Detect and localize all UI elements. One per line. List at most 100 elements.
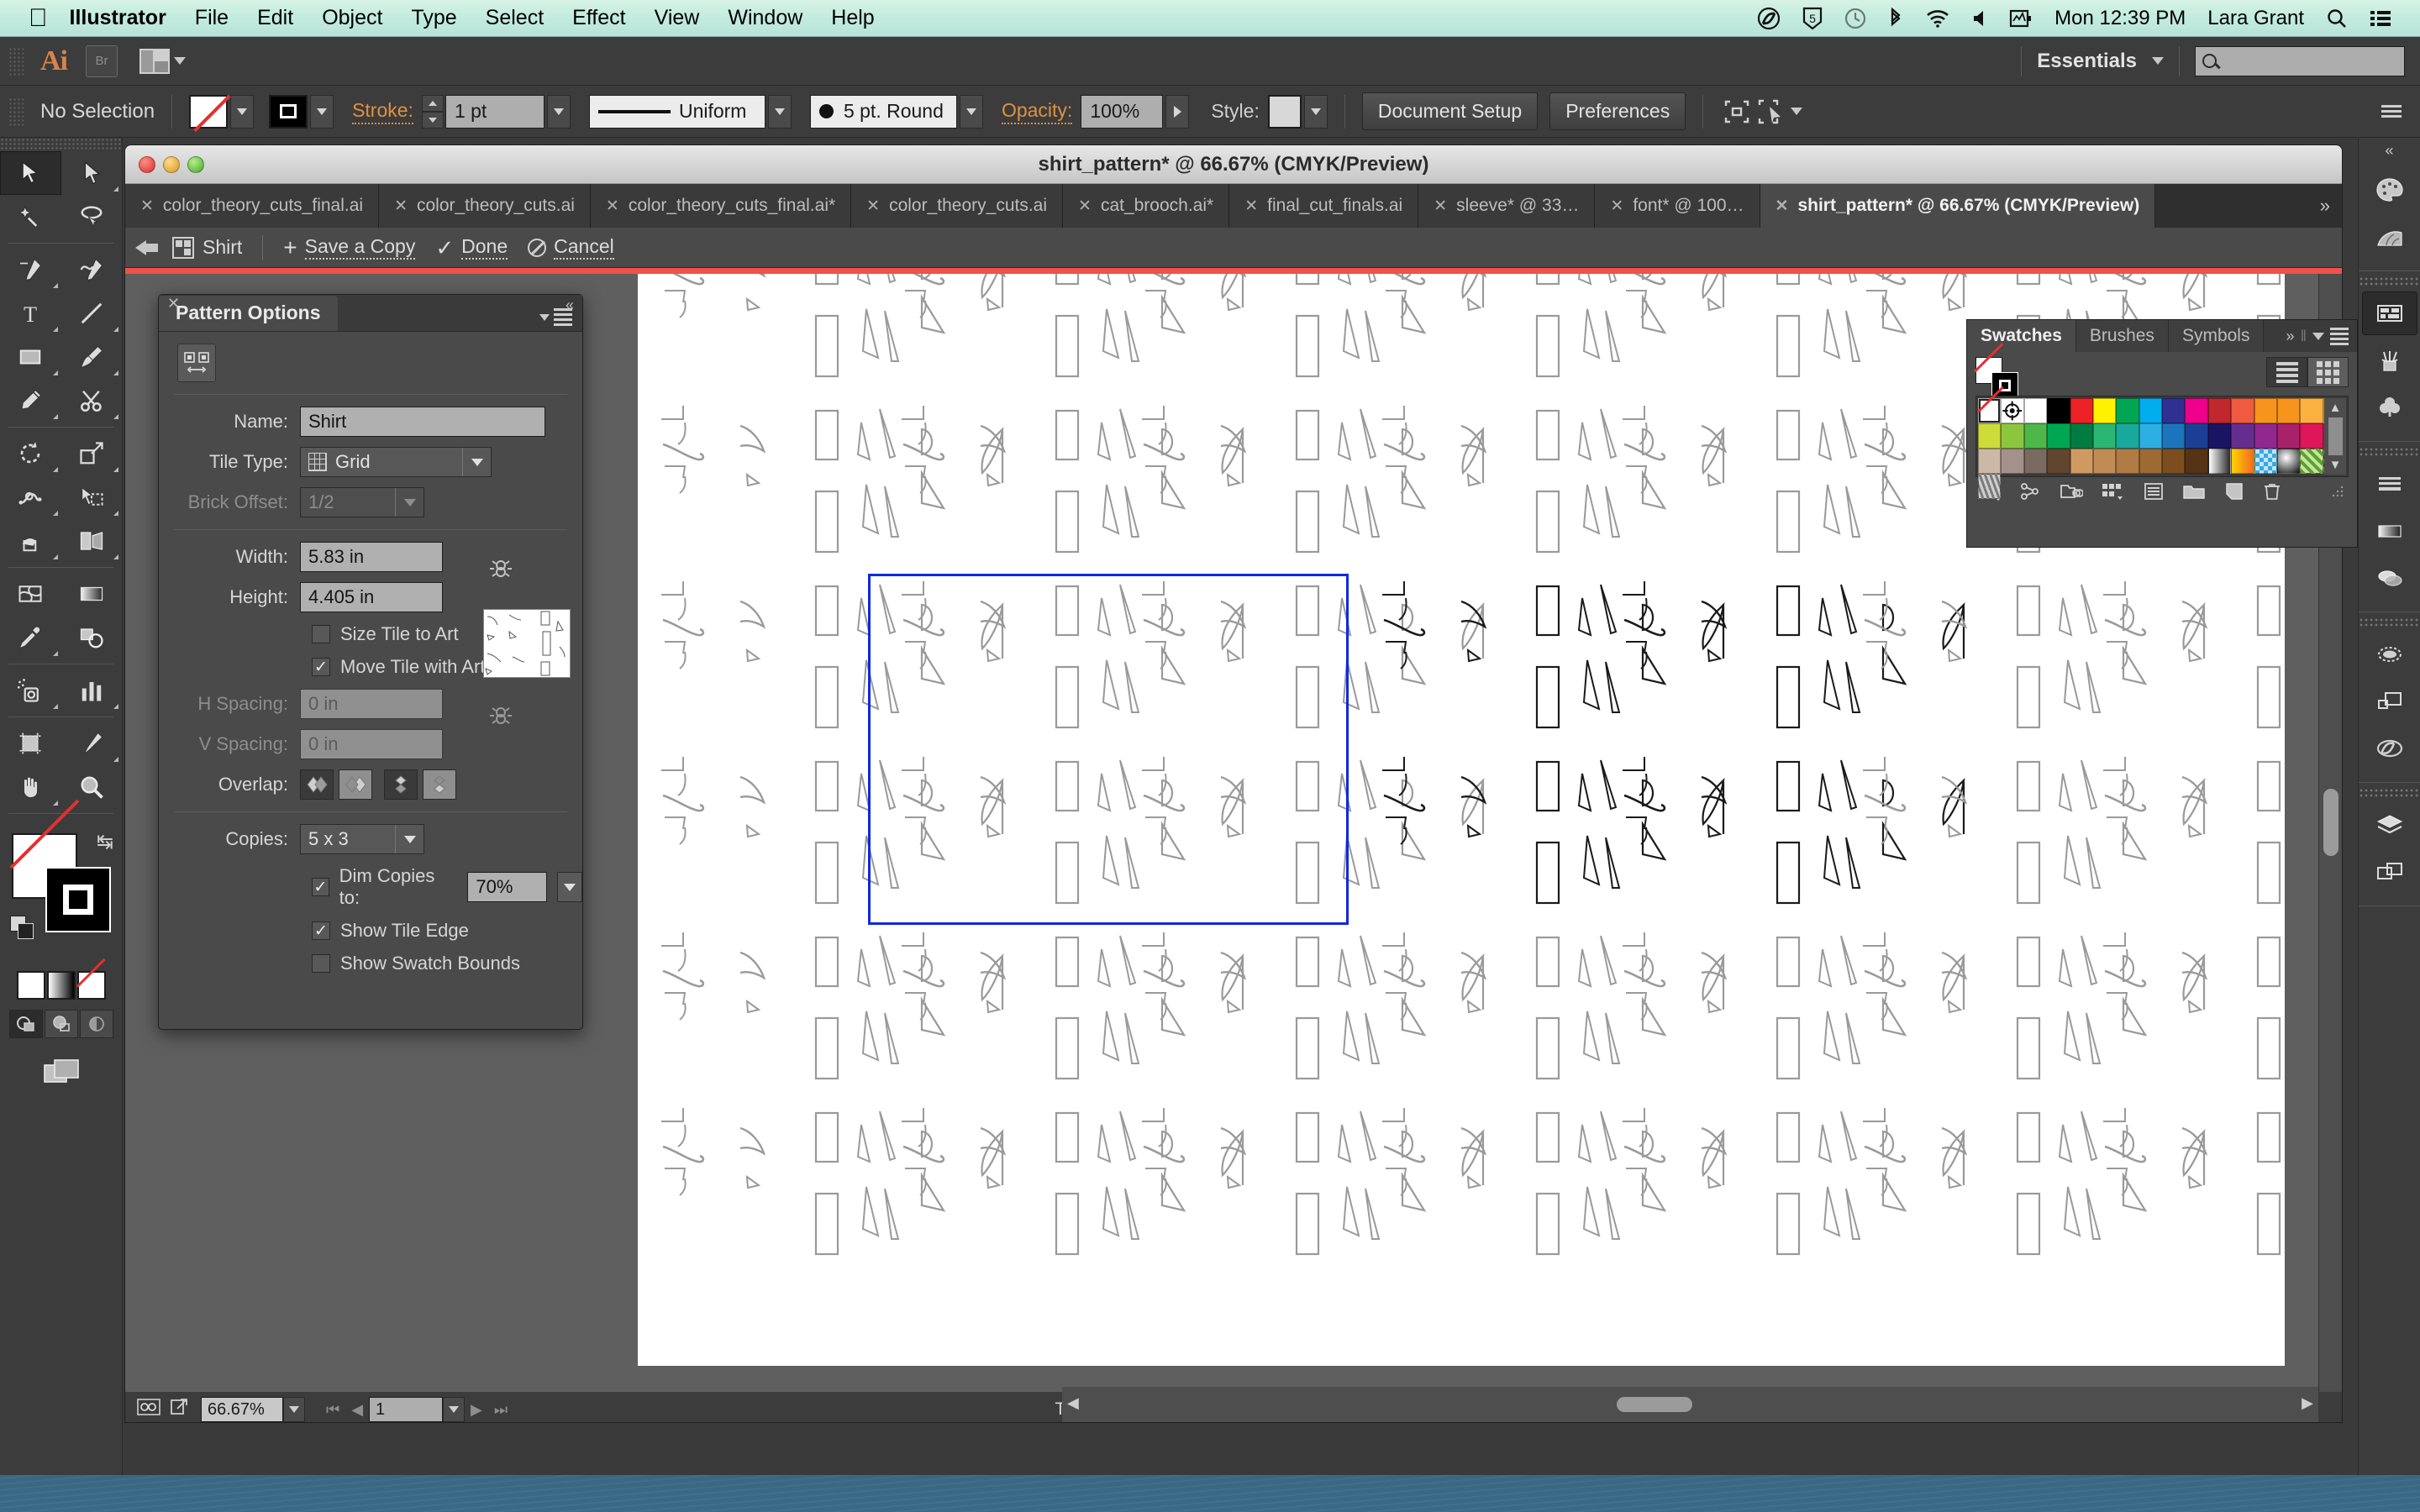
column-graph-tool[interactable] [61,669,123,712]
last-page-icon[interactable]: ⏭ [488,1401,513,1419]
expand-panels-icon[interactable]: » [2286,328,2295,345]
swatch-cell[interactable] [2139,398,2162,423]
resize-grip-icon[interactable] [2330,484,2345,504]
brush-definition-dropdown[interactable] [959,94,983,129]
swatch-cell[interactable] [2231,423,2254,449]
swatch-cell[interactable] [2092,423,2117,449]
workspace-chevron-down-icon[interactable] [2152,57,2164,65]
wifi-icon[interactable] [1925,8,1950,29]
swatch-cell[interactable] [2207,449,2232,474]
change-screen-mode-icon[interactable] [0,1057,122,1087]
swatch-cell[interactable] [2300,423,2323,449]
swatch-cell[interactable] [2116,398,2139,423]
artboard-tool[interactable] [0,722,61,765]
document-tab-8[interactable]: ✕ shirt_pattern* @ 66.67% (CMYK/Preview) [1760,184,2156,228]
close-icon[interactable]: ✕ [866,197,880,216]
page-number-input[interactable]: 1 [369,1397,444,1422]
scroll-right-icon[interactable]: ▶ [2302,1394,2313,1412]
menu-window[interactable]: Window [728,6,802,30]
align-icon[interactable] [1754,95,1787,129]
swatch-cell[interactable] [2092,398,2117,423]
document-tab-1[interactable]: ✕ color_theory_cuts.ai [379,184,591,228]
time-machine-icon[interactable] [1844,8,1866,29]
align-chevron-down-icon[interactable] [1791,108,1803,115]
collapse-icon[interactable]: « [566,297,574,314]
activity-monitor-icon[interactable] [2009,8,2033,29]
swatch-cell[interactable] [1978,398,2002,423]
swatch-cell[interactable] [2162,423,2186,449]
swatch-cell[interactable] [2023,398,2048,423]
tile-width-input[interactable]: 5.83 in [300,542,443,572]
collapse-dock-icon[interactable]: « [2359,138,2420,163]
swatch-cell[interactable] [2185,449,2208,474]
horizontal-scroll-thumb[interactable] [1617,1397,1692,1412]
pattern-name-input[interactable]: Shirt [300,407,545,437]
controlbar-overflow-icon[interactable] [2375,95,2408,129]
opacity-label[interactable]: Opacity: [1001,99,1073,124]
zoom-level-input[interactable]: 66.67% [201,1397,283,1422]
gradient-tool[interactable] [61,572,123,616]
draw-behind-icon[interactable] [44,1010,78,1038]
document-tab-0[interactable]: ✕ color_theory_cuts_final.ai [125,184,380,228]
swatch-scroll-thumb[interactable] [2328,417,2343,455]
menu-type[interactable]: Type [411,6,456,30]
swatch-cell[interactable] [2070,423,2093,449]
stroke-lines-icon[interactable] [2362,462,2417,506]
swatch-cell[interactable] [2276,423,2301,449]
width-tool[interactable] [0,475,61,519]
swatch-cell[interactable] [2139,423,2162,449]
graphic-styles-icon[interactable] [2362,680,2417,723]
swatch-cell[interactable] [2047,449,2070,474]
close-icon[interactable]: ✕ [606,197,619,216]
swatch-cell[interactable] [1978,449,2002,474]
zoom-dropdown[interactable] [283,1397,305,1422]
brushes-jar-icon[interactable] [2362,339,2417,382]
pattern-tile-edge[interactable] [868,574,1349,925]
swatch-cell[interactable] [2001,449,2024,474]
swatch-cell[interactable] [2070,449,2093,474]
cancel-button[interactable]: Cancel [528,235,614,260]
tile-type-select[interactable]: Grid [300,447,492,477]
creative-cloud-libraries-icon[interactable] [2362,727,2417,770]
overlap-bottom-in-front-icon[interactable] [423,769,456,800]
swatch-cell[interactable] [2047,423,2070,449]
free-transform-tool[interactable] [61,475,123,519]
opacity-input[interactable]: 100% [1081,94,1164,129]
swatch-cell[interactable] [2001,423,2024,449]
swatch-cell[interactable] [2254,398,2277,423]
dock-grip[interactable] [2359,788,2420,798]
color-guide-icon[interactable] [2362,215,2417,259]
swap-fill-stroke-icon[interactable]: ↹ [97,830,113,854]
menu-illustrator[interactable]: Illustrator [70,6,166,30]
pencil-tool[interactable] [0,379,61,423]
swatch-cell[interactable] [2231,449,2254,474]
swatch-cell[interactable] [2001,398,2024,423]
swatch-cell[interactable] [2047,398,2070,423]
help-search-input[interactable] [2195,45,2405,76]
scroll-down-arrow[interactable]: ▼ [2329,458,2342,472]
stroke-label[interactable]: Stroke: [352,99,413,124]
draw-inside-icon[interactable] [79,1010,113,1038]
controlbar-grip[interactable] [8,97,24,126]
preferences-button[interactable]: Preferences [1549,92,1686,130]
document-tab-7[interactable]: ✕ font* @ 100… [1595,184,1760,228]
swatch-cell[interactable] [1978,474,2002,499]
symbols-clover-icon[interactable] [2362,386,2417,429]
done-button[interactable]: ✓ Done [435,235,508,260]
toolpanel-grip[interactable] [0,138,122,151]
swatch-cell[interactable] [2185,398,2208,423]
zoom-tool[interactable] [61,765,123,809]
swatch-cell[interactable] [2254,423,2277,449]
eyedropper-tool[interactable] [0,616,61,659]
shield-5-icon[interactable]: 5 [1802,7,1823,30]
none-icon[interactable] [76,971,106,1000]
color-palette-icon[interactable] [2362,168,2417,212]
appbar-grip[interactable] [8,46,24,76]
close-icon[interactable]: ✕ [1434,197,1447,216]
line-segment-tool[interactable] [61,291,123,335]
apple-logo-icon[interactable]:  [29,5,48,31]
fill-color-swatch[interactable] [189,94,229,129]
document-tab-2[interactable]: ✕ color_theory_cuts_final.ai* [590,184,852,228]
menu-effect[interactable]: Effect [572,6,625,30]
vertical-scroll-thumb[interactable] [2323,789,2338,856]
